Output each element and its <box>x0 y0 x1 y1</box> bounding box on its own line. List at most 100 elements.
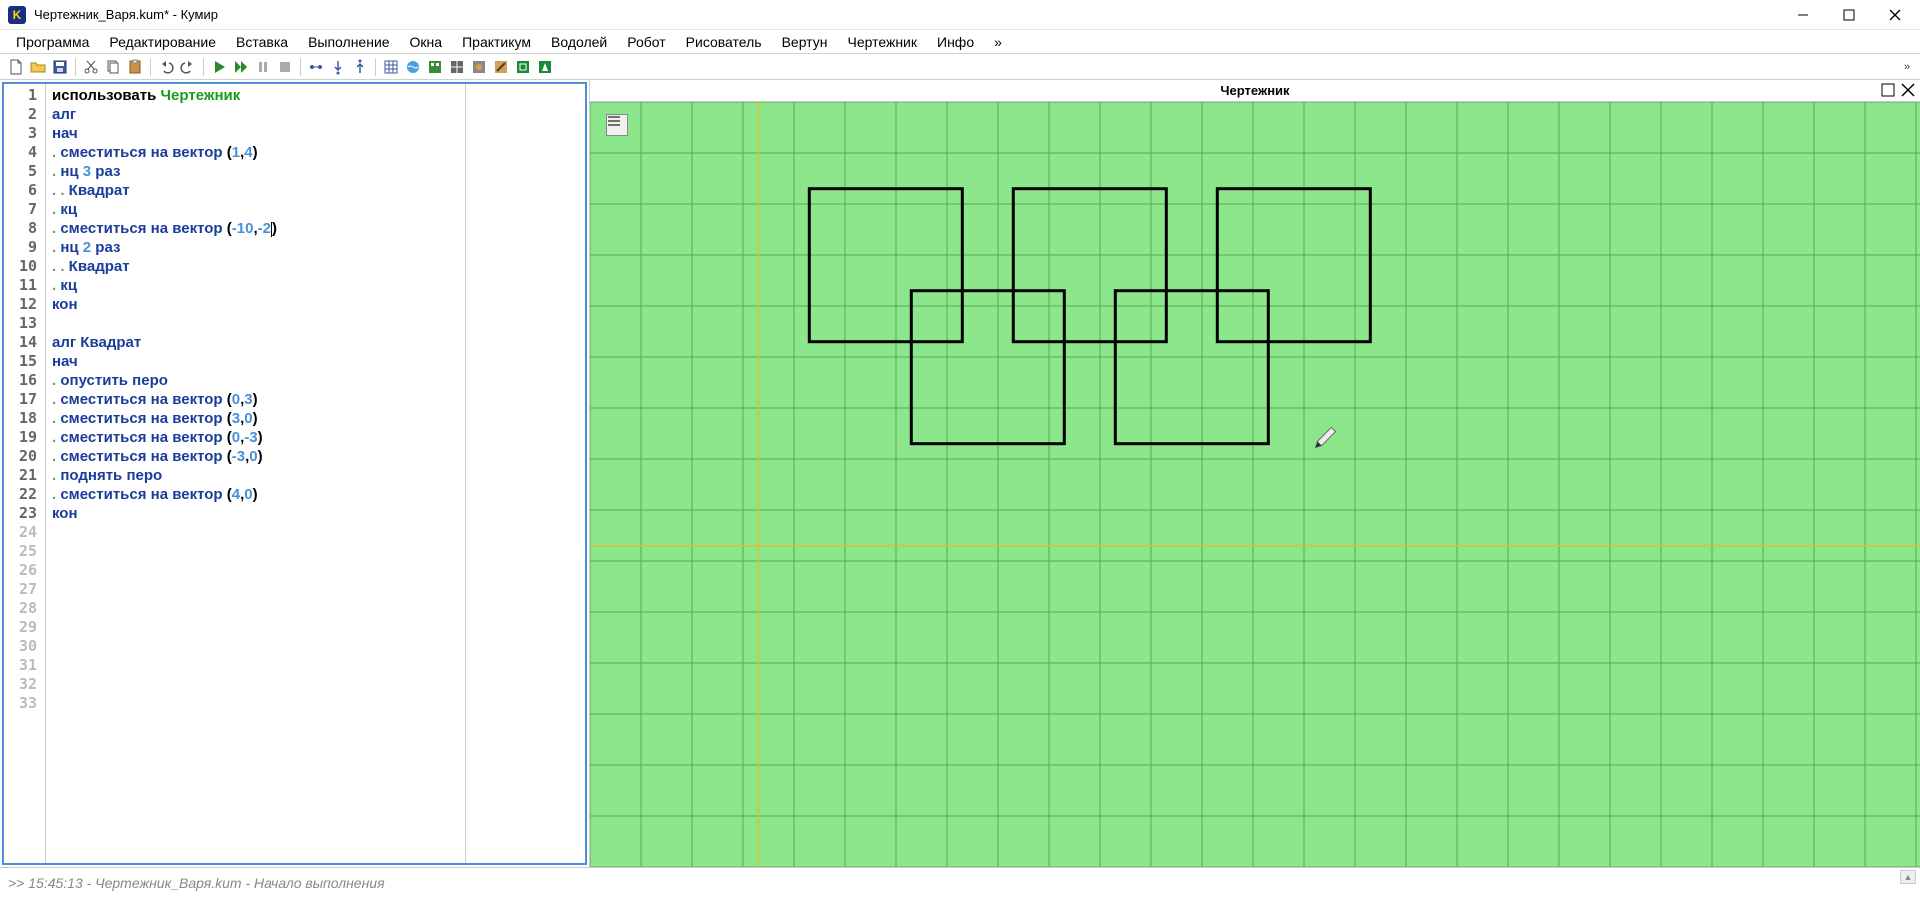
open-file-button[interactable] <box>28 57 48 77</box>
titlebar: K Чертежник_Варя.kum* - Кумир <box>0 0 1920 30</box>
redo-button[interactable] <box>178 57 198 77</box>
water-icon <box>405 59 421 75</box>
console: >> 15:45:13 - Чертежник_Варя.kum - Начал… <box>0 867 1920 897</box>
code-area[interactable]: использовать Чертежникалгнач. сместиться… <box>46 84 466 863</box>
code-line: . . Квадрат <box>52 257 459 276</box>
code-editor[interactable]: 1234567891011121314151617181920212223242… <box>2 82 587 865</box>
actor-2-button[interactable] <box>403 57 423 77</box>
menu-item[interactable]: Программа <box>6 32 99 52</box>
save-icon <box>52 59 68 75</box>
redo-icon <box>180 59 196 75</box>
menu-item[interactable]: Вертун <box>772 32 838 52</box>
margin-area <box>466 84 585 863</box>
run-fast-button[interactable] <box>231 57 251 77</box>
toolbar-expand-button[interactable]: » <box>1900 57 1914 77</box>
menu-item[interactable]: Инфо <box>927 32 984 52</box>
code-line: нач <box>52 352 459 371</box>
code-line: . сместиться на вектор (-10,-2) <box>52 219 459 238</box>
menu-item[interactable]: Редактирование <box>99 32 226 52</box>
line-number: 6 <box>4 181 45 200</box>
step-out-icon <box>352 59 368 75</box>
undo-icon <box>158 59 174 75</box>
canvas-pane: Чертежник <box>590 80 1920 867</box>
step-button[interactable] <box>306 57 326 77</box>
code-line: алг Квадрат <box>52 333 459 352</box>
paint-icon <box>471 59 487 75</box>
run-button[interactable] <box>209 57 229 77</box>
actor-7-button[interactable] <box>513 57 533 77</box>
maximize-icon <box>1841 7 1857 23</box>
line-number: 3 <box>4 124 45 143</box>
close-button[interactable] <box>1872 0 1918 30</box>
canvas-svg <box>590 102 1920 867</box>
menubar: ПрограммаРедактированиеВставкаВыполнение… <box>0 30 1920 54</box>
line-number: 29 <box>4 618 45 637</box>
console-text: >> 15:45:13 - Чертежник_Варя.kum - Начал… <box>8 875 385 891</box>
line-number: 25 <box>4 542 45 561</box>
line-number: 27 <box>4 580 45 599</box>
menu-item[interactable]: Робот <box>617 32 675 52</box>
line-number: 20 <box>4 447 45 466</box>
menu-item[interactable]: Выполнение <box>298 32 399 52</box>
close-icon <box>1887 7 1903 23</box>
toolbar: » <box>0 54 1920 80</box>
line-number: 21 <box>4 466 45 485</box>
line-number: 12 <box>4 295 45 314</box>
canvas-title-bar: Чертежник <box>590 80 1920 102</box>
line-number: 19 <box>4 428 45 447</box>
hamburger-icon <box>607 115 621 127</box>
canvas-close-button[interactable] <box>1900 82 1916 98</box>
line-number: 30 <box>4 637 45 656</box>
canvas-menu-button[interactable] <box>606 114 628 136</box>
stop-button[interactable] <box>275 57 295 77</box>
play-fast-icon <box>233 59 249 75</box>
actor-5-button[interactable] <box>469 57 489 77</box>
code-line: . сместиться на вектор (3,0) <box>52 409 459 428</box>
main-area: 1234567891011121314151617181920212223242… <box>0 80 1920 867</box>
code-line: . кц <box>52 200 459 219</box>
code-line: . нц 2 раз <box>52 238 459 257</box>
copy-button[interactable] <box>103 57 123 77</box>
menu-item[interactable]: Окна <box>400 32 453 52</box>
minimize-button[interactable] <box>1780 0 1826 30</box>
line-number: 31 <box>4 656 45 675</box>
line-number: 1 <box>4 86 45 105</box>
menu-item[interactable]: Рисователь <box>676 32 772 52</box>
save-file-button[interactable] <box>50 57 70 77</box>
menu-item[interactable]: Чертежник <box>837 32 927 52</box>
cut-button[interactable] <box>81 57 101 77</box>
code-line: кон <box>52 504 459 523</box>
code-line: . поднять перо <box>52 466 459 485</box>
maximize-button[interactable] <box>1826 0 1872 30</box>
console-scroll-up[interactable]: ▲ <box>1900 870 1916 884</box>
new-file-button[interactable] <box>6 57 26 77</box>
actor-1-button[interactable] <box>381 57 401 77</box>
actor-8-button[interactable] <box>535 57 555 77</box>
menu-item[interactable]: Практикум <box>452 32 541 52</box>
paste-button[interactable] <box>125 57 145 77</box>
code-line: . сместиться на вектор (0,3) <box>52 390 459 409</box>
pen-icon <box>1313 427 1336 450</box>
close-icon <box>1900 82 1916 98</box>
line-number-gutter: 1234567891011121314151617181920212223242… <box>4 84 46 863</box>
code-line: . нц 3 раз <box>52 162 459 181</box>
drawing-canvas[interactable] <box>590 102 1920 867</box>
editor-pane: 1234567891011121314151617181920212223242… <box>0 80 590 867</box>
actor-3-button[interactable] <box>425 57 445 77</box>
line-number: 18 <box>4 409 45 428</box>
line-number: 26 <box>4 561 45 580</box>
menu-item[interactable]: Вставка <box>226 32 298 52</box>
actor-6-button[interactable] <box>491 57 511 77</box>
canvas-maximize-button[interactable] <box>1880 82 1896 98</box>
undo-button[interactable] <box>156 57 176 77</box>
menu-item[interactable]: Водолей <box>541 32 617 52</box>
step-out-button[interactable] <box>350 57 370 77</box>
pause-button[interactable] <box>253 57 273 77</box>
scissors-icon <box>83 59 99 75</box>
code-line: . сместиться на вектор (1,4) <box>52 143 459 162</box>
line-number: 9 <box>4 238 45 257</box>
menu-item[interactable]: » <box>984 32 1012 52</box>
actor-4-button[interactable] <box>447 57 467 77</box>
step-into-button[interactable] <box>328 57 348 77</box>
code-line: . сместиться на вектор (-3,0) <box>52 447 459 466</box>
